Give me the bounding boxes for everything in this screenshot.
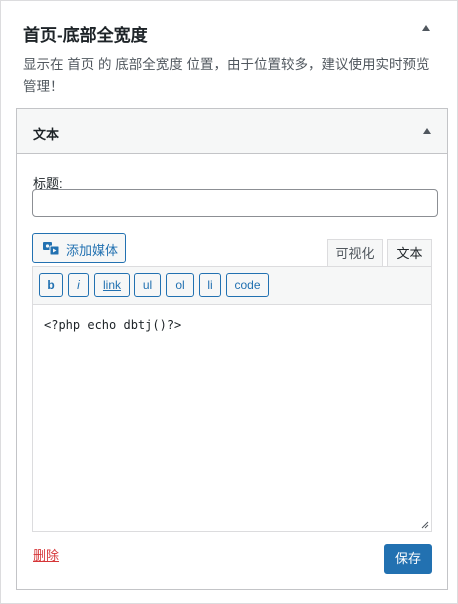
media-icon xyxy=(43,242,59,255)
editor-content[interactable]: <?php echo dbtj()?> xyxy=(44,318,181,332)
quicktag-code-button[interactable]: code xyxy=(226,273,269,297)
widget-area-panel: 首页-底部全宽度 显示在 首页 的 底部全宽度 位置，由于位置较多，建议使用实时… xyxy=(0,0,458,604)
tab-text[interactable]: 文本 xyxy=(387,239,432,267)
caret-up-icon[interactable] xyxy=(422,25,430,31)
panel-title: 首页-底部全宽度 xyxy=(23,26,148,45)
panel-header[interactable]: 首页-底部全宽度 xyxy=(1,1,457,53)
delete-link[interactable]: 删除 xyxy=(33,545,59,564)
text-editor[interactable]: b i link ul ol li code <?php echo dbtj()… xyxy=(32,266,432,532)
quicktags-toolbar: b i link ul ol li code xyxy=(33,267,431,305)
quicktag-ol-button[interactable]: ol xyxy=(166,273,194,297)
quicktag-italic-button[interactable]: i xyxy=(68,273,89,297)
quicktag-bold-button[interactable]: b xyxy=(39,273,63,297)
text-widget: 文本 标题: 添加媒体 可视化 文本 b i link ul ol li cod… xyxy=(16,108,448,590)
save-button[interactable]: 保存 xyxy=(384,544,432,574)
quicktag-li-button[interactable]: li xyxy=(199,273,221,297)
caret-up-icon[interactable] xyxy=(423,128,431,134)
add-media-button[interactable]: 添加媒体 xyxy=(32,233,126,263)
tab-visual[interactable]: 可视化 xyxy=(327,239,383,267)
quicktag-ul-button[interactable]: ul xyxy=(134,273,161,297)
title-input[interactable] xyxy=(32,189,438,217)
add-media-label: 添加媒体 xyxy=(66,243,119,258)
resize-grip-icon[interactable] xyxy=(421,521,429,529)
quicktag-link-button[interactable]: link xyxy=(94,273,130,297)
widget-header[interactable]: 文本 xyxy=(17,109,447,154)
panel-description: 显示在 首页 的 底部全宽度 位置，由于位置较多，建议使用实时预览管理！ xyxy=(23,57,430,94)
widget-title: 文本 xyxy=(33,127,60,142)
